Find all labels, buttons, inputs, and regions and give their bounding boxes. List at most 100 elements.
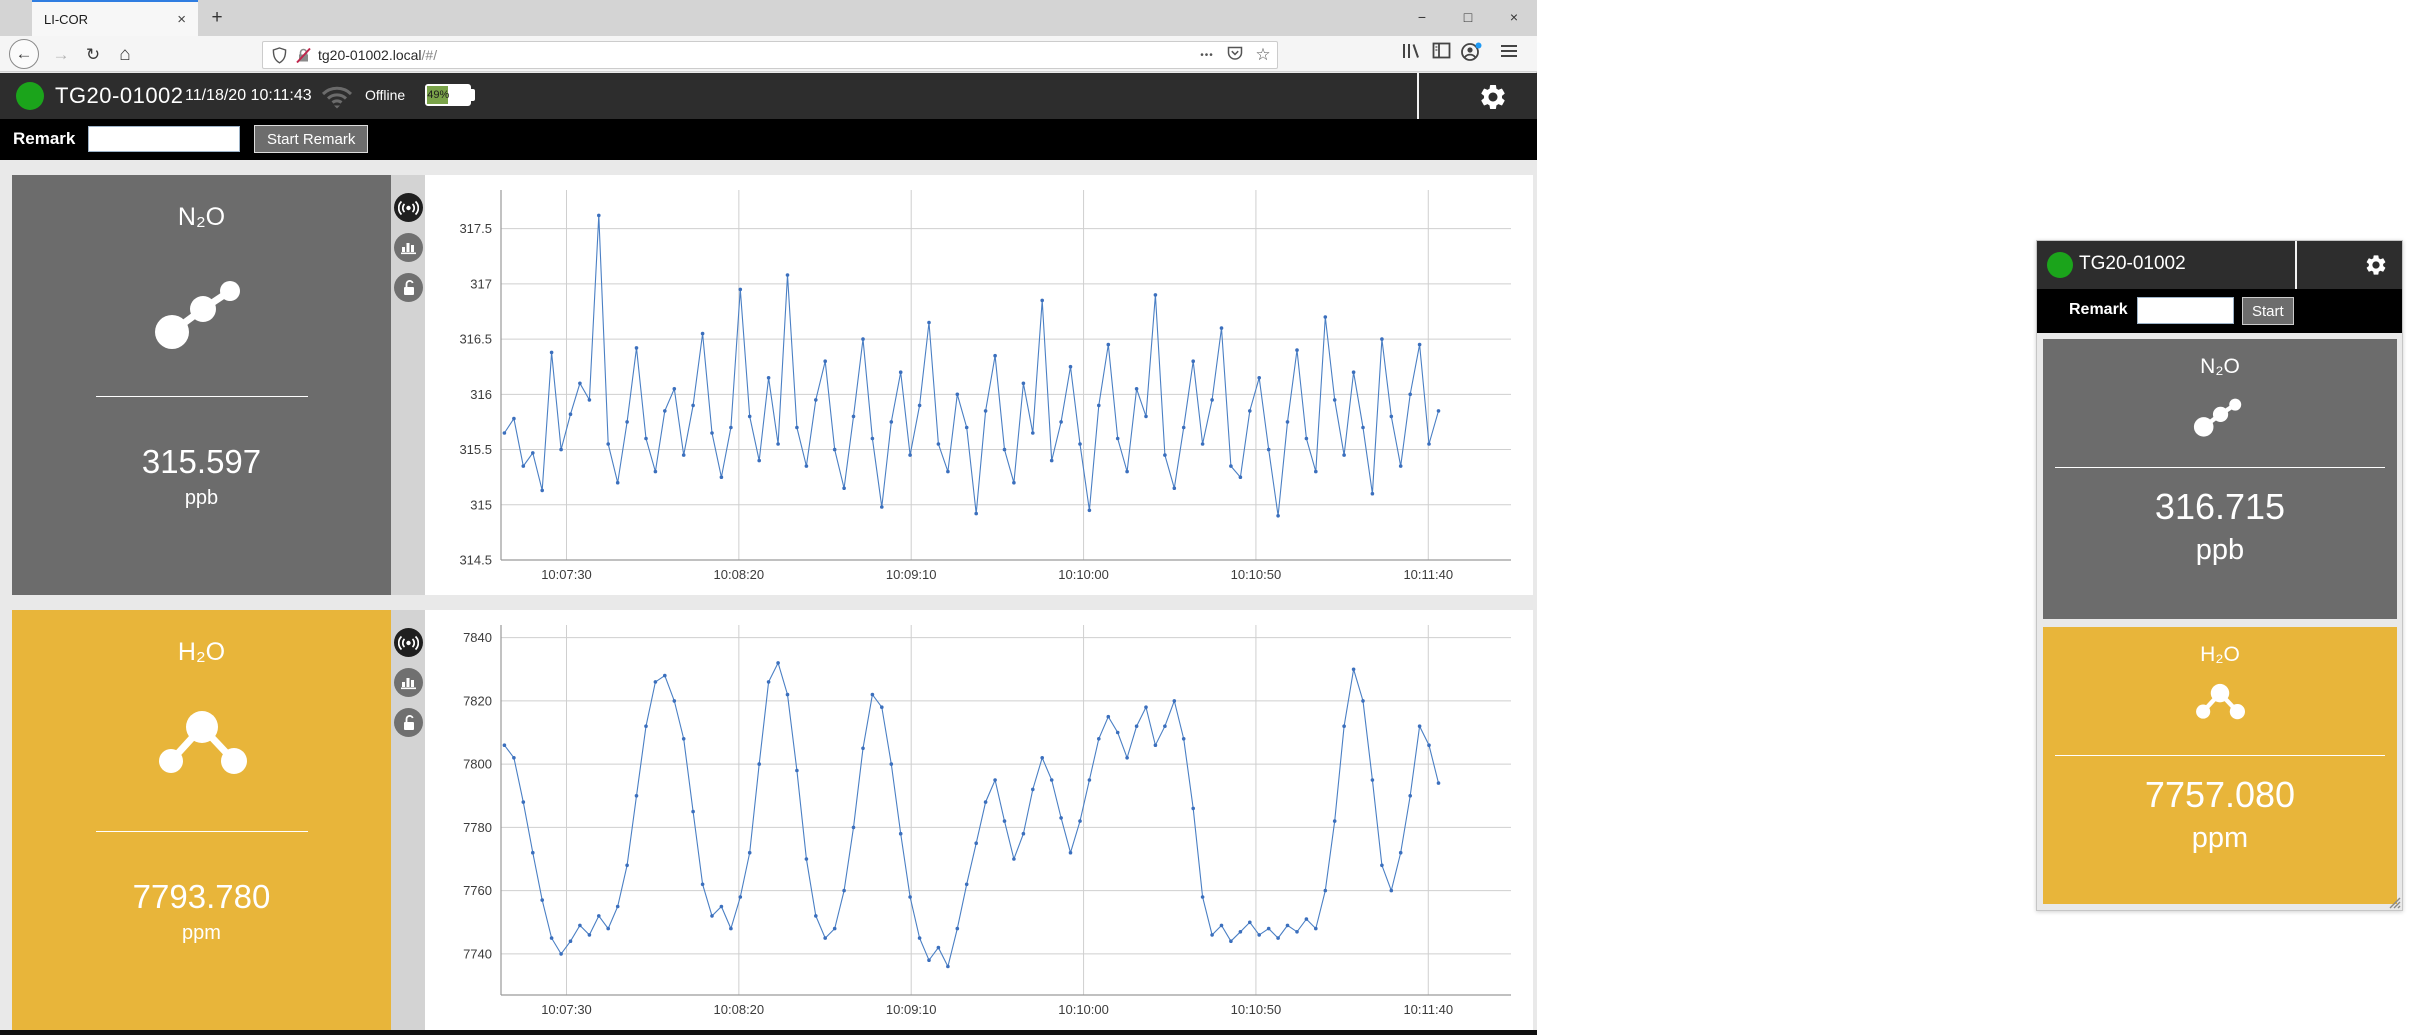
svg-text:317.5: 317.5	[459, 221, 492, 236]
chart-settings-button[interactable]	[394, 233, 423, 262]
forward-button[interactable]: →	[48, 42, 74, 68]
svg-text:10:07:30: 10:07:30	[541, 1002, 592, 1017]
h2o-molecule-icon	[142, 701, 262, 793]
bookmark-star-icon[interactable]: ☆	[1249, 45, 1277, 65]
gas-unit: ppm	[2192, 822, 2248, 855]
n2o-molecule-icon	[142, 266, 262, 358]
card-divider	[2055, 755, 2385, 756]
h2o-molecule-icon	[2185, 679, 2255, 729]
live-broadcast-button[interactable]	[394, 628, 423, 657]
widget-remark-input[interactable]	[2137, 297, 2234, 324]
page-actions-icon[interactable]: •••	[1193, 50, 1221, 61]
svg-text:10:09:10: 10:09:10	[886, 1002, 937, 1017]
insecure-lock-icon	[295, 47, 312, 64]
main-content: N₂O 315.597 ppb 314.5	[0, 160, 1537, 1035]
pocket-icon[interactable]	[1221, 46, 1249, 64]
account-icon[interactable]	[1458, 42, 1484, 68]
battery-fill: 49%	[427, 86, 448, 104]
svg-text:7760: 7760	[463, 883, 492, 898]
gas-unit: ppm	[182, 922, 221, 945]
gas-label: H₂O	[178, 638, 225, 667]
widget-card-n2o: N₂O 316.715 ppb	[2043, 339, 2397, 619]
next-row-edge	[0, 1030, 1537, 1035]
window-close-icon[interactable]: ×	[1491, 0, 1537, 36]
widget-card-h2o: H₂O 7757.080 ppm	[2043, 627, 2397, 904]
svg-text:315.5: 315.5	[459, 442, 492, 457]
widget-settings-gear-icon[interactable]	[2364, 253, 2388, 277]
widget-device-name: TG20-01002	[2079, 253, 2186, 275]
app-header: TG20-01002 11/18/20 10:11:43 Offline 49%	[0, 73, 1537, 119]
browser-tab[interactable]: LI-COR ×	[32, 0, 198, 36]
gas-unit: ppb	[2196, 534, 2244, 567]
shield-icon	[272, 47, 287, 64]
battery-indicator: 49%	[425, 84, 471, 106]
svg-text:10:11:40: 10:11:40	[1403, 1002, 1453, 1017]
h2o-chart[interactable]: 77407760778078007820784010:07:3010:08:20…	[425, 610, 1533, 1030]
tab-bar: LI-COR × + − □ ×	[0, 0, 1537, 36]
browser-window: LI-COR × + − □ × ← → ↻ ⌂ tg20-01002.loca…	[0, 0, 1537, 1035]
unlock-button[interactable]	[394, 273, 423, 302]
reload-button[interactable]: ↻	[80, 42, 106, 68]
start-remark-button[interactable]: Start Remark	[254, 125, 368, 153]
gas-unit: ppb	[185, 487, 218, 510]
library-icon[interactable]	[1398, 42, 1424, 68]
svg-text:10:10:50: 10:10:50	[1231, 1002, 1282, 1017]
svg-text:7800: 7800	[463, 757, 492, 772]
widget-start-button[interactable]: Start	[2242, 297, 2294, 325]
gas-value: 7793.780	[133, 878, 271, 916]
svg-text:314.5: 314.5	[459, 553, 492, 568]
window-maximize-icon[interactable]: □	[1445, 0, 1491, 36]
panel-divider	[96, 831, 308, 832]
gas-value: 316.715	[2155, 486, 2285, 528]
wifi-icon	[320, 85, 354, 109]
resize-grip[interactable]	[2387, 895, 2401, 909]
n2o-molecule-icon	[2185, 391, 2255, 441]
svg-text:316.5: 316.5	[459, 332, 492, 347]
gas-value: 315.597	[142, 443, 261, 481]
svg-text:7820: 7820	[463, 693, 492, 708]
settings-gear-icon[interactable]	[1478, 82, 1508, 112]
status-dot	[16, 82, 44, 110]
svg-text:7780: 7780	[463, 820, 492, 835]
live-broadcast-button[interactable]	[394, 193, 423, 222]
tab-title: LI-COR	[44, 12, 173, 27]
svg-text:10:08:20: 10:08:20	[714, 567, 765, 582]
chart-toolbar	[391, 610, 425, 1030]
gas-row-n2o: N₂O 315.597 ppb 314.5	[12, 175, 1532, 595]
device-name: TG20-01002	[55, 83, 184, 109]
gas-value: 7757.080	[2145, 774, 2295, 816]
chart-settings-button[interactable]	[394, 668, 423, 697]
svg-text:10:11:40: 10:11:40	[1403, 567, 1453, 582]
unlock-button[interactable]	[394, 708, 423, 737]
window-minimize-icon[interactable]: −	[1399, 0, 1445, 36]
back-button[interactable]: ←	[9, 39, 39, 69]
menu-hamburger-icon[interactable]	[1496, 42, 1522, 68]
n2o-chart[interactable]: 314.5315315.5316316.5317317.510:07:3010:…	[425, 175, 1533, 595]
sidebar-toggle-icon[interactable]	[1428, 42, 1454, 68]
svg-text:10:10:00: 10:10:00	[1058, 567, 1109, 582]
battery-nub	[471, 89, 475, 101]
gas-label: N₂O	[178, 203, 225, 232]
remark-input[interactable]	[88, 126, 240, 152]
chart-toolbar	[391, 175, 425, 595]
gas-panel-h2o: H₂O 7793.780 ppm	[12, 610, 391, 1030]
url-text[interactable]: tg20-01002.local/#/	[318, 47, 1193, 63]
widget-header-divider	[2295, 241, 2297, 289]
new-tab-button[interactable]: +	[204, 5, 230, 31]
widget-remark-label: Remark	[2069, 301, 2128, 319]
svg-text:7840: 7840	[463, 630, 492, 645]
mini-widget: TG20-01002 Remark Start N₂O 316.715 ppb …	[2036, 240, 2403, 911]
panel-divider	[96, 396, 308, 397]
widget-remark-bar: Remark Start	[2037, 289, 2402, 333]
tab-close-icon[interactable]: ×	[173, 11, 190, 28]
header-divider	[1417, 73, 1419, 119]
home-button[interactable]: ⌂	[112, 42, 138, 68]
widget-header: TG20-01002	[2037, 241, 2402, 289]
gas-panel-n2o: N₂O 315.597 ppb	[12, 175, 391, 595]
svg-text:10:10:50: 10:10:50	[1231, 567, 1282, 582]
connection-status: Offline	[365, 87, 405, 103]
svg-text:7740: 7740	[463, 946, 492, 961]
window-controls: − □ ×	[1399, 0, 1537, 36]
address-bar[interactable]: tg20-01002.local/#/ ••• ☆	[262, 41, 1278, 69]
gas-label: N₂O	[2200, 355, 2240, 379]
